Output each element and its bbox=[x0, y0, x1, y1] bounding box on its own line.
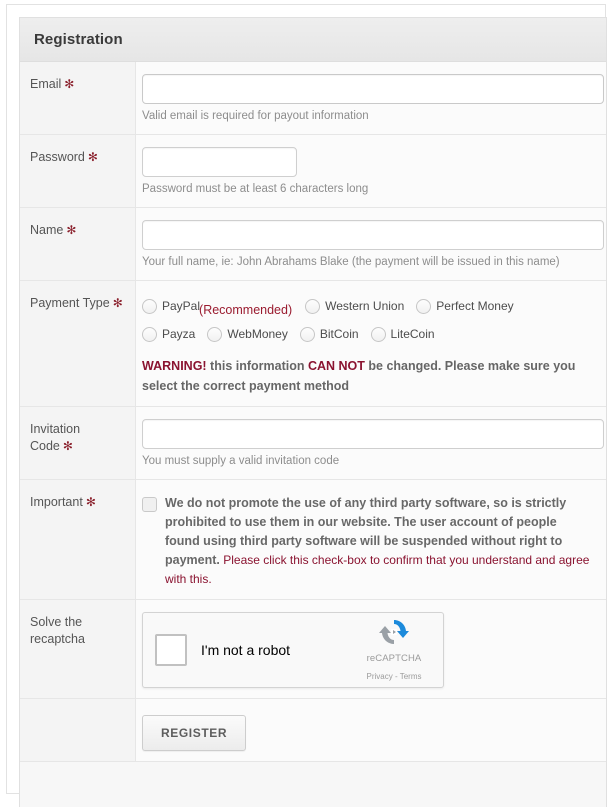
form-row-invitation-code: Invitation Code ✻ You must supply a valid… bbox=[20, 407, 606, 480]
payment-warning: WARNING! this information CAN NOT be cha… bbox=[142, 356, 582, 396]
hint-email: Valid email is required for payout infor… bbox=[142, 110, 369, 122]
radio-label-litecoin: LiteCoin bbox=[390, 327, 435, 341]
form-row-password: Password ✻ Password must be at least 6 ch… bbox=[20, 135, 606, 208]
recaptcha-label: I'm not a robot bbox=[201, 642, 291, 658]
payment-options-row-2: Payza WebMoney BitCoin LiteCoin bbox=[142, 322, 594, 346]
recaptcha-terms-link[interactable]: Privacy - Terms bbox=[367, 672, 422, 681]
required-asterisk-icon: ✻ bbox=[112, 296, 123, 310]
label-name: Name ✻ bbox=[20, 208, 136, 280]
form-row-recaptcha: Solve the recaptcha I'm not a robot reCA… bbox=[20, 600, 606, 699]
required-asterisk-icon: ✻ bbox=[62, 439, 73, 453]
field-submit: REGISTER bbox=[136, 699, 606, 761]
page-title: Registration bbox=[34, 31, 123, 48]
registration-panel: Registration Email ✻ Valid email is requi… bbox=[19, 17, 607, 807]
register-button[interactable]: REGISTER bbox=[142, 715, 247, 751]
label-recaptcha-text: Solve the recaptcha bbox=[30, 615, 85, 646]
important-text-red: Please click this check-box to confirm t… bbox=[165, 553, 590, 586]
important-checkbox[interactable] bbox=[142, 497, 157, 512]
label-important: Important ✻ bbox=[20, 480, 136, 599]
radio-circle-icon[interactable] bbox=[305, 298, 321, 314]
form-row-submit: REGISTER bbox=[20, 699, 606, 762]
password-input[interactable] bbox=[142, 147, 297, 177]
form-row-payment-type: Payment Type ✻ PayPal (Recommended) West… bbox=[20, 281, 606, 407]
payment-type-options: PayPal (Recommended) Western Union Perfe… bbox=[142, 293, 594, 346]
hint-name: Your full name, ie: John Abrahams Blake … bbox=[142, 256, 560, 268]
form-row-important: Important ✻ We do not promote the use of … bbox=[20, 480, 606, 600]
radio-label-bitcoin: BitCoin bbox=[319, 327, 359, 341]
radio-option-perfect-money[interactable]: Perfect Money bbox=[416, 298, 514, 314]
name-input[interactable] bbox=[142, 220, 604, 250]
recaptcha-checkbox[interactable] bbox=[155, 634, 187, 666]
field-payment-type: PayPal (Recommended) Western Union Perfe… bbox=[136, 281, 606, 406]
recaptcha-logo-icon bbox=[379, 620, 409, 644]
radio-option-paypal[interactable]: PayPal (Recommended) bbox=[142, 298, 293, 317]
important-text: We do not promote the use of any third p… bbox=[165, 494, 594, 589]
label-password-text: Password bbox=[30, 150, 85, 164]
radio-option-webmoney[interactable]: WebMoney bbox=[207, 326, 288, 342]
field-invitation-code: You must supply a valid invitation code bbox=[136, 407, 606, 479]
field-important: We do not promote the use of any third p… bbox=[136, 480, 606, 599]
field-email: Valid email is required for payout infor… bbox=[136, 62, 606, 134]
required-asterisk-icon: ✻ bbox=[87, 150, 98, 164]
radio-option-bitcoin[interactable]: BitCoin bbox=[299, 326, 359, 342]
radio-option-western-union[interactable]: Western Union bbox=[305, 298, 405, 314]
form-row-name: Name ✻ Your full name, ie: John Abrahams … bbox=[20, 208, 606, 281]
radio-label-western-union: Western Union bbox=[325, 299, 405, 313]
label-submit bbox=[20, 699, 136, 761]
label-password: Password ✻ bbox=[20, 135, 136, 207]
label-important-text: Important bbox=[30, 495, 83, 509]
hint-invitation-code: You must supply a valid invitation code bbox=[142, 455, 340, 467]
label-payment-type-text: Payment Type bbox=[30, 296, 110, 310]
field-name: Your full name, ie: John Abrahams Blake … bbox=[136, 208, 606, 280]
recaptcha-brand-name: reCAPTCHA bbox=[366, 653, 422, 664]
payment-options-row-1: PayPal (Recommended) Western Union Perfe… bbox=[142, 294, 594, 318]
radio-circle-icon[interactable] bbox=[416, 298, 432, 314]
radio-label-perfect-money: Perfect Money bbox=[436, 299, 514, 313]
form-row-email: Email ✻ Valid email is required for payou… bbox=[20, 62, 606, 135]
radio-circle-icon[interactable] bbox=[207, 326, 223, 342]
warning-emphasis: CAN NOT bbox=[307, 359, 365, 373]
field-password: Password must be at least 6 characters l… bbox=[136, 135, 606, 207]
label-name-text: Name bbox=[30, 223, 64, 237]
recaptcha-branding: reCAPTCHA Privacy - Terms bbox=[357, 616, 431, 684]
hint-password: Password must be at least 6 characters l… bbox=[142, 183, 369, 195]
radio-option-litecoin[interactable]: LiteCoin bbox=[370, 326, 435, 342]
field-recaptcha: I'm not a robot reCAPTCHA Privacy - Term… bbox=[136, 600, 606, 698]
required-asterisk-icon: ✻ bbox=[64, 77, 75, 91]
page-frame: Registration Email ✻ Valid email is requi… bbox=[6, 4, 607, 807]
label-invitation-code: Invitation Code ✻ bbox=[20, 407, 136, 479]
label-email-text: Email bbox=[30, 77, 62, 91]
required-asterisk-icon: ✻ bbox=[66, 223, 77, 237]
radio-circle-icon[interactable] bbox=[142, 298, 157, 314]
label-email: Email ✻ bbox=[20, 62, 136, 134]
radio-label-webmoney: WebMoney bbox=[227, 327, 288, 341]
radio-circle-icon[interactable] bbox=[142, 326, 157, 342]
warning-mid-1: this information bbox=[206, 359, 308, 373]
label-recaptcha: Solve the recaptcha bbox=[20, 600, 136, 698]
label-payment-type: Payment Type ✻ bbox=[20, 281, 136, 406]
required-asterisk-icon: ✻ bbox=[85, 495, 96, 509]
recaptcha-widget[interactable]: I'm not a robot reCAPTCHA Privacy - Term… bbox=[142, 612, 444, 688]
registration-form: Email ✻ Valid email is required for payou… bbox=[20, 62, 606, 762]
radio-circle-icon[interactable] bbox=[299, 326, 315, 342]
email-input[interactable] bbox=[142, 74, 604, 104]
radio-label-payza: Payza bbox=[162, 327, 196, 341]
important-agreement: We do not promote the use of any third p… bbox=[142, 492, 594, 589]
radio-option-payza[interactable]: Payza bbox=[142, 326, 196, 342]
invitation-code-input[interactable] bbox=[142, 419, 604, 449]
panel-header: Registration bbox=[20, 18, 606, 62]
radio-label-paypal: PayPal bbox=[162, 299, 201, 313]
recommended-note: (Recommended) bbox=[199, 303, 293, 317]
warning-lead: WARNING! bbox=[142, 359, 207, 373]
radio-circle-icon[interactable] bbox=[370, 326, 386, 342]
